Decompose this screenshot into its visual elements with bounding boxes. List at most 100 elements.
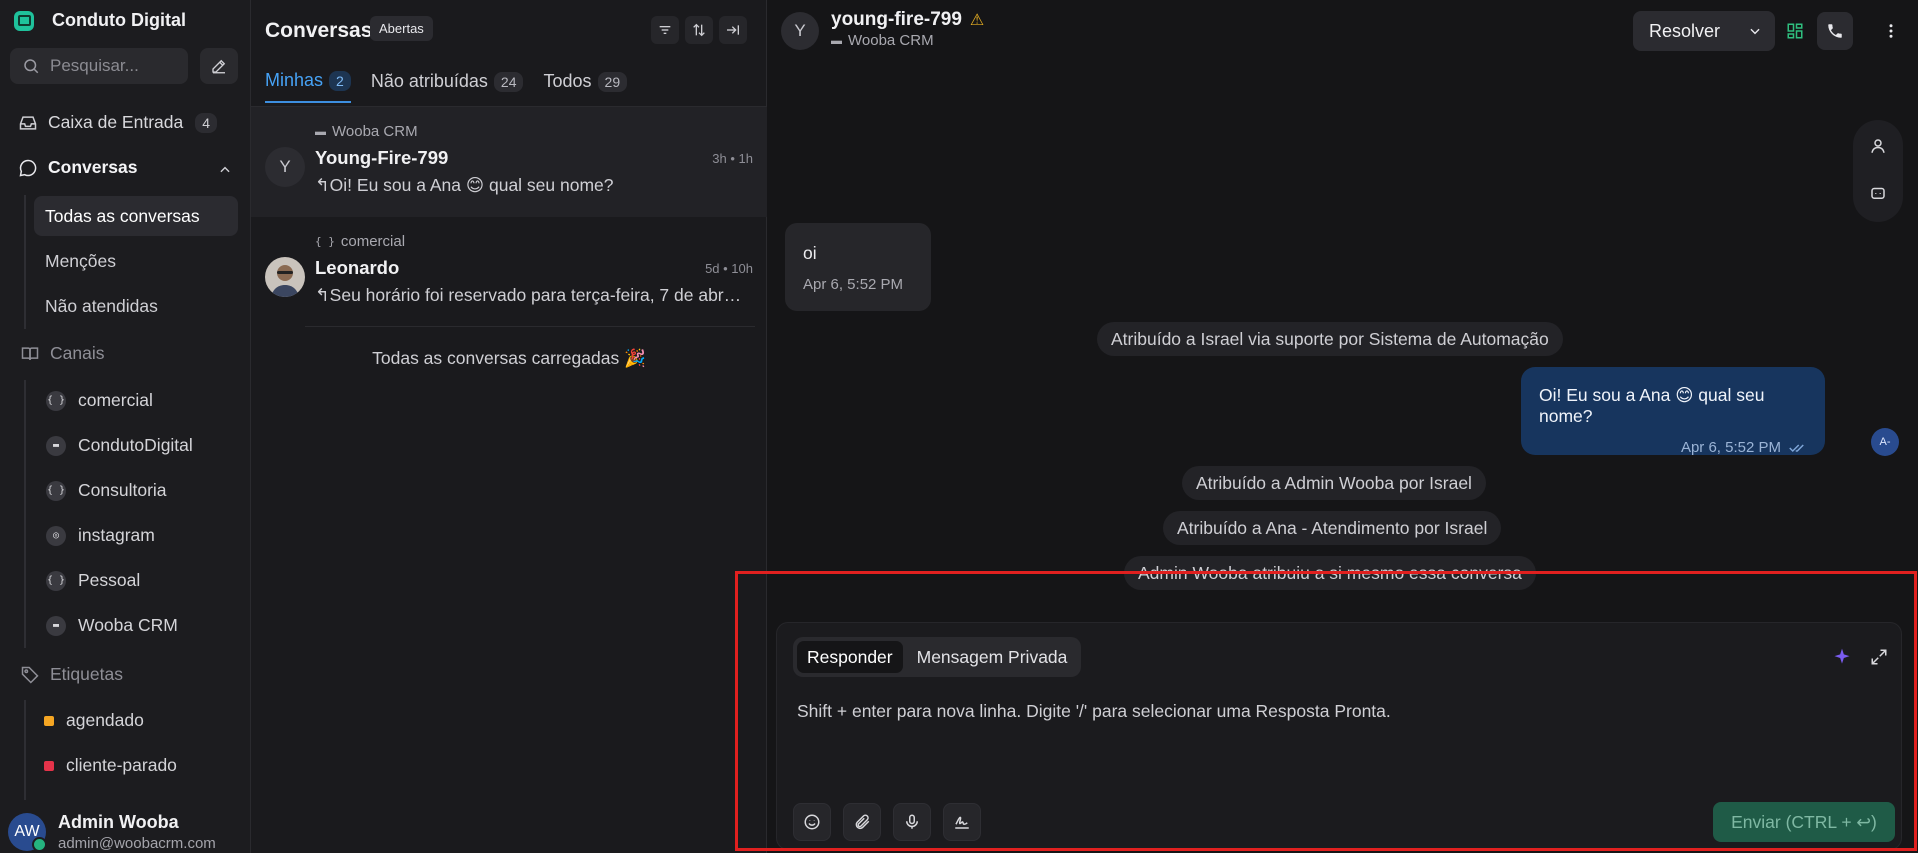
expand-editor-button[interactable] <box>1865 643 1893 671</box>
book-icon <box>21 346 39 360</box>
voice-button[interactable] <box>893 803 931 841</box>
tab-all[interactable]: Todos 29 <box>543 70 628 103</box>
channel-item-comercial[interactable]: { } comercial <box>46 390 153 411</box>
emoji-button[interactable] <box>793 803 831 841</box>
sidebar-item-unattended[interactable]: Não atendidas <box>34 286 238 326</box>
contact-name: young-fire-799 <box>831 9 962 30</box>
last-message: ↰Oi! Eu sou a Ana 😊 qual seu nome? <box>315 175 745 196</box>
incoming-message: oi Apr 6, 5:52 PM <box>785 223 931 311</box>
attach-button[interactable] <box>843 803 881 841</box>
label-item-agendado[interactable]: agendado <box>44 710 144 731</box>
conversation-item[interactable]: { } comercial Leonardo 5d • 10h ↰Seu hor… <box>251 217 767 327</box>
api-icon: { } <box>46 480 66 501</box>
channel-label: Consultoria <box>78 480 167 500</box>
reply-input[interactable] <box>797 701 1877 761</box>
contact-icon[interactable] <box>1869 137 1887 155</box>
resolve-label: Resolver <box>1649 20 1721 41</box>
channel-item-consultoria[interactable]: { } Consultoria <box>46 480 167 501</box>
conversation-inbox: { } comercial <box>315 233 405 250</box>
tab-reply[interactable]: Responder <box>797 641 903 673</box>
last-message: ↰Seu horário foi reservado para terça-fe… <box>315 285 745 306</box>
user-profile[interactable]: AW Admin Wooba admin@woobacrm.com <box>8 812 216 852</box>
sidebar-item-mentions[interactable]: Menções <box>34 241 238 281</box>
all-loaded-message: Todas as conversas carregadas 🎉 <box>372 348 646 368</box>
channel-item-condutodigital[interactable]: ▬ CondutoDigital <box>46 435 193 456</box>
conversation-inbox: ▬ Wooba CRM <box>315 123 418 140</box>
message-text: oi <box>803 243 817 263</box>
tab-mine[interactable]: Minhas 2 <box>265 70 351 103</box>
inbox-label: comercial <box>340 233 406 250</box>
more-vertical-icon <box>1889 24 1893 38</box>
website-icon: ▬ <box>315 125 326 138</box>
collapse-panel-button[interactable] <box>719 16 747 44</box>
inbox-count-badge: 4 <box>195 112 218 133</box>
sidebar-item-conversations[interactable]: Conversas <box>18 157 138 178</box>
instagram-icon: ◎ <box>46 525 66 546</box>
label-text: cliente-parado <box>66 755 177 775</box>
avatar: Y <box>781 12 819 50</box>
message-text: Oi! Eu sou a Ana 😊 qual seu nome? <box>1539 385 1765 426</box>
tab-count: 29 <box>597 71 628 92</box>
section-label-text: Canais <box>50 343 105 363</box>
last-message-text: Oi! Eu sou a Ana 😊 qual seu nome? <box>329 175 614 195</box>
filter-icon <box>659 26 671 34</box>
tag-icon <box>21 666 39 684</box>
compose-button[interactable] <box>200 48 238 84</box>
side-panel-toggles <box>1853 120 1903 222</box>
chat-contact-title[interactable]: young-fire-799 ⚠ <box>831 9 984 31</box>
signature-icon <box>955 816 969 829</box>
tree-line <box>24 195 26 329</box>
channel-label: Wooba CRM <box>78 615 178 635</box>
chat-inbox: ▬ Wooba CRM <box>831 32 934 49</box>
status-filter-badge[interactable]: Abertas <box>370 16 433 41</box>
ai-assist-button[interactable] <box>1828 643 1856 671</box>
labels-section-label: Etiquetas <box>20 664 123 685</box>
send-button[interactable]: Enviar (CTRL + ↩) <box>1713 802 1895 842</box>
conversation-list-panel: Conversas Abertas Minhas 2 Não atribuída… <box>251 0 767 853</box>
label-item-cliente-parado[interactable]: cliente-parado <box>44 755 177 776</box>
website-icon: ▬ <box>831 34 842 47</box>
activity-message: Atribuído a Ana - Atendimento por Israel <box>1163 511 1502 545</box>
channels-section-label: Canais <box>20 343 104 364</box>
channel-item-pessoal[interactable]: { } Pessoal <box>46 570 140 591</box>
search-icon <box>24 59 39 74</box>
sidebar-item-label: Não atendidas <box>45 295 158 316</box>
sidebar-item-inbox[interactable]: Caixa de Entrada 4 <box>18 112 218 133</box>
conversation-item[interactable]: Y ▬ Wooba CRM Young-Fire-799 3h • 1h ↰Oi… <box>251 107 767 217</box>
filter-button[interactable] <box>651 16 679 44</box>
search-box[interactable] <box>10 48 188 84</box>
resolve-button[interactable]: Resolver <box>1633 11 1775 51</box>
avatar: A- <box>1871 428 1899 456</box>
grid-icon <box>1787 23 1803 39</box>
inbox-label: Wooba CRM <box>332 123 418 140</box>
kanban-button[interactable] <box>1777 12 1813 50</box>
api-icon: { } <box>46 390 66 411</box>
channel-item-instagram[interactable]: ◎ instagram <box>46 525 155 546</box>
tab-private-note[interactable]: Mensagem Privada <box>907 641 1078 673</box>
signature-button[interactable] <box>943 803 981 841</box>
tab-unassigned[interactable]: Não atribuídas 24 <box>371 70 524 103</box>
channel-item-wooba-crm[interactable]: ▬ Wooba CRM <box>46 615 178 636</box>
search-input[interactable] <box>50 56 180 76</box>
microphone-icon <box>906 814 918 829</box>
tab-label: Minhas <box>265 70 324 90</box>
bot-icon[interactable] <box>1869 184 1887 202</box>
outgoing-message: Oi! Eu sou a Ana 😊 qual seu nome? Apr 6,… <box>1521 367 1825 456</box>
user-name: Admin Wooba <box>58 812 179 832</box>
chevron-up-icon[interactable] <box>218 163 232 177</box>
conversation-time: 3h • 1h <box>712 151 753 166</box>
tab-label: Não atribuídas <box>370 71 488 91</box>
sidebar: Conduto Digital Caixa de Entrada 4 Conve… <box>0 0 251 853</box>
api-icon: { } <box>46 570 66 591</box>
chevron-down-icon[interactable] <box>1748 24 1762 38</box>
brand-logo-icon <box>14 10 34 31</box>
brand[interactable]: Conduto Digital <box>14 10 186 31</box>
warning-icon: ⚠ <box>969 12 985 29</box>
more-options-button[interactable] <box>1873 12 1909 50</box>
sort-button[interactable] <box>685 16 713 44</box>
label-text: agendado <box>66 710 144 730</box>
sidebar-item-label: Caixa de Entrada <box>48 112 184 132</box>
api-icon: { } <box>315 235 335 248</box>
sidebar-item-all-conversations[interactable]: Todas as conversas <box>34 196 238 236</box>
call-button[interactable] <box>1817 12 1853 50</box>
